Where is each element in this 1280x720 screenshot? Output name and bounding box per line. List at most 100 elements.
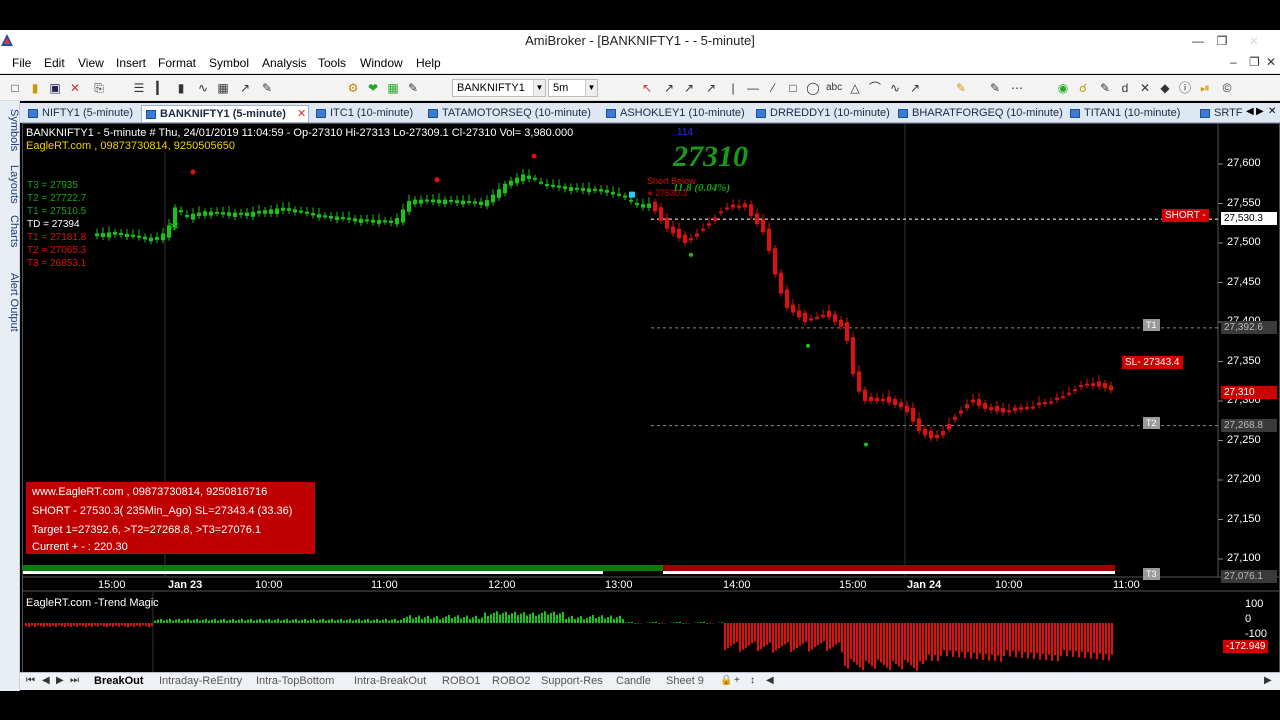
menu-analysis[interactable]: Analysis bbox=[262, 56, 307, 70]
add-sheet-icon[interactable]: + bbox=[734, 675, 740, 686]
favorite-icon[interactable]: ❤ bbox=[366, 81, 380, 95]
close-button[interactable]: ✕ bbox=[1240, 31, 1268, 51]
extended-line-icon[interactable]: ↗ bbox=[704, 81, 718, 95]
menu-insert[interactable]: Insert bbox=[116, 56, 146, 70]
menu-format[interactable]: Format bbox=[158, 56, 196, 70]
sheet-tab-intraday-reentry[interactable]: Intraday-ReEntry bbox=[159, 675, 242, 687]
horizontal-line-icon[interactable]: — bbox=[746, 81, 760, 95]
doc-tab-ashokley1[interactable]: ASHOKLEY1 (10-minute) bbox=[602, 105, 748, 122]
cross-icon[interactable]: ✕ bbox=[1138, 81, 1152, 95]
info-icon[interactable]: ⓘ bbox=[1178, 81, 1192, 95]
scroll-left-icon[interactable]: ◀ bbox=[766, 675, 774, 686]
prev-sheet-icon[interactable]: ◀ bbox=[42, 675, 50, 686]
mdi-restore-icon[interactable]: ❐ bbox=[1249, 55, 1260, 69]
doc-tab-titan1[interactable]: TITAN1 (10-minute) bbox=[1066, 105, 1194, 122]
menu-view[interactable]: View bbox=[78, 56, 104, 70]
list-view-icon[interactable]: ☰ bbox=[132, 81, 146, 95]
lock-icon[interactable]: 🔒 bbox=[720, 675, 732, 686]
last-sheet-icon[interactable]: ⏭ bbox=[70, 675, 79, 686]
rectangle-icon[interactable]: □ bbox=[786, 81, 800, 95]
trendline-icon[interactable]: ↗ bbox=[662, 81, 676, 95]
text-icon[interactable]: abc bbox=[826, 81, 842, 95]
parallel-line-icon[interactable]: ⁄ bbox=[766, 81, 780, 95]
menu-tools[interactable]: Tools bbox=[318, 56, 346, 70]
mdi-minimize-icon[interactable]: – bbox=[1230, 55, 1237, 69]
chevron-down-icon[interactable]: ▼ bbox=[533, 80, 545, 96]
fibonacci-icon[interactable]: ↗ bbox=[908, 81, 922, 95]
vertical-line-icon[interactable]: | bbox=[726, 81, 740, 95]
refresh-icon[interactable]: ▦ bbox=[386, 81, 400, 95]
doc-tab-nifty1[interactable]: NIFTY1 (5-minute) bbox=[24, 105, 139, 122]
doc-tab-bharatforgeq[interactable]: BHARATFORGEQ (10-minute) bbox=[894, 105, 1063, 122]
pointer-icon[interactable]: ↖ bbox=[640, 81, 654, 95]
side-tab-symbols[interactable]: Symbols bbox=[0, 107, 20, 161]
side-tab-alert-output[interactable]: Alert Output bbox=[0, 271, 20, 351]
zoom-icon[interactable]: ↗ bbox=[238, 81, 252, 95]
diamond-icon[interactable]: ◆ bbox=[1158, 81, 1172, 95]
copyright-icon[interactable]: © bbox=[1220, 81, 1234, 95]
doc-tab-drreddy1[interactable]: DRREDDY1 (10-minute) bbox=[752, 105, 892, 122]
sheet-tab-intra-topbottom[interactable]: Intra-TopBottom bbox=[256, 675, 334, 687]
sheet-tab-robo2[interactable]: ROBO2 bbox=[492, 675, 531, 687]
symbol-combo[interactable]: BANKNIFTY1 ▼ bbox=[452, 79, 546, 97]
menu-symbol[interactable]: Symbol bbox=[209, 56, 249, 70]
candlestick-icon[interactable]: ▮ bbox=[174, 81, 188, 95]
globe-icon[interactable]: ◉ bbox=[1056, 81, 1070, 95]
doc-tab-srtf[interactable]: SRTF bbox=[1196, 105, 1242, 122]
next-sheet-icon[interactable]: ▶ bbox=[56, 675, 64, 686]
tab-scroll-left-icon[interactable]: ◀ bbox=[1246, 106, 1254, 117]
print-icon[interactable]: ⎘ bbox=[92, 81, 106, 95]
side-tab-layouts[interactable]: Layouts bbox=[0, 163, 20, 211]
triangle-icon[interactable]: △ bbox=[848, 81, 862, 95]
sheet-tab-sheet-9[interactable]: Sheet 9 bbox=[666, 675, 704, 687]
zigzag-icon[interactable]: ∿ bbox=[888, 81, 902, 95]
first-sheet-icon[interactable]: ⏮ bbox=[26, 675, 35, 686]
menu-file[interactable]: File bbox=[12, 56, 31, 70]
sheet-tab-intra-breakout[interactable]: Intra-BreakOut bbox=[354, 675, 426, 687]
ray-icon[interactable]: ↗ bbox=[682, 81, 696, 95]
delete-icon[interactable]: ✕ bbox=[68, 81, 82, 95]
dotted-line-icon[interactable]: ⋯ bbox=[1010, 81, 1024, 95]
doc-tab-tatamotorseq[interactable]: TATAMOTORSEQ (10-minute) bbox=[424, 105, 600, 122]
sheet-tab-candle[interactable]: Candle bbox=[616, 675, 651, 687]
search-icon[interactable]: ☌ bbox=[1076, 81, 1090, 95]
chart-window[interactable]: * * BANKNIFTY1 - 5-minute # Thu, 24/01/20… bbox=[22, 123, 1280, 678]
pause-icon[interactable]: ⏯ bbox=[1198, 81, 1212, 95]
settings-icon[interactable]: ⚙ bbox=[346, 81, 360, 95]
indicator-bar bbox=[205, 618, 207, 623]
pen-icon[interactable]: ✎ bbox=[954, 81, 968, 95]
tool-icon[interactable]: ✎ bbox=[406, 81, 420, 95]
grid-icon[interactable]: ▦ bbox=[216, 81, 230, 95]
new-file-icon[interactable]: □ bbox=[8, 81, 22, 95]
indicator-bar bbox=[493, 612, 495, 623]
interval-combo[interactable]: 5m ▼ bbox=[548, 79, 598, 97]
save-icon[interactable]: ▣ bbox=[48, 81, 62, 95]
properties-icon[interactable]: ✎ bbox=[260, 81, 274, 95]
sheet-menu-icon[interactable]: ↕ bbox=[750, 675, 755, 686]
side-tab-charts[interactable]: Charts bbox=[0, 213, 20, 257]
scroll-right-icon[interactable]: ▶ bbox=[1264, 675, 1272, 686]
open-folder-icon[interactable]: ▮ bbox=[28, 81, 42, 95]
close-tab-icon[interactable]: ✕ bbox=[297, 106, 306, 123]
sheet-tab-robo1[interactable]: ROBO1 bbox=[442, 675, 481, 687]
sheet-tab-support-res[interactable]: Support-Res bbox=[541, 675, 603, 687]
brush-icon[interactable]: ✎ bbox=[1098, 81, 1112, 95]
doc-tab-banknifty1[interactable]: BANKNIFTY1 (5-minute) ✕ bbox=[141, 105, 309, 122]
chevron-down-icon[interactable]: ▼ bbox=[585, 80, 597, 96]
menu-window[interactable]: Window bbox=[360, 56, 403, 70]
ellipse-icon[interactable]: ◯ bbox=[806, 81, 820, 95]
maximize-button[interactable]: ❐ bbox=[1208, 31, 1236, 51]
bar-chart-icon[interactable]: ▎ bbox=[154, 81, 168, 95]
arc-icon[interactable]: ⌒ bbox=[868, 81, 882, 95]
menu-help[interactable]: Help bbox=[416, 56, 441, 70]
close-icon[interactable]: ✕ bbox=[1268, 106, 1276, 117]
price-chart[interactable]: ** bbox=[23, 124, 1279, 677]
italic-icon[interactable]: d bbox=[1118, 81, 1132, 95]
line-chart-icon[interactable]: ∿ bbox=[196, 81, 210, 95]
menu-edit[interactable]: Edit bbox=[44, 56, 65, 70]
mdi-close-icon[interactable]: ✕ bbox=[1266, 55, 1276, 69]
draw-icon[interactable]: ✎ bbox=[988, 81, 1002, 95]
tab-scroll-right-icon[interactable]: ▶ bbox=[1256, 106, 1264, 117]
sheet-tab-breakout[interactable]: BreakOut bbox=[94, 675, 144, 687]
doc-tab-itc1[interactable]: ITC1 (10-minute) bbox=[312, 105, 420, 122]
